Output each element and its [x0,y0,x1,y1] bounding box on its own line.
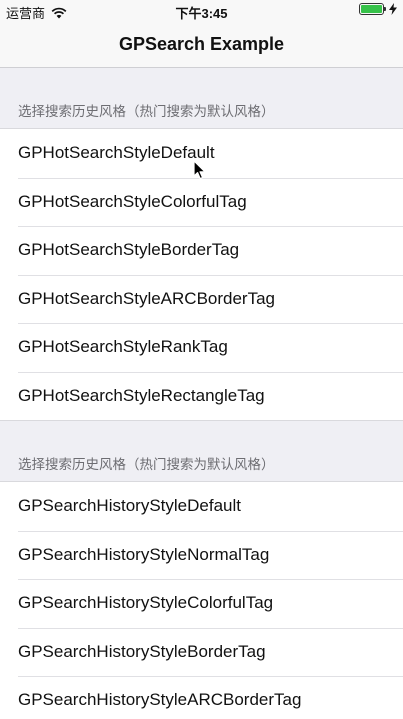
status-right [359,3,397,15]
row-hot-search-style-colorful-tag[interactable]: GPHotSearchStyleColorfulTag [0,177,403,226]
row-search-history-style-normal-tag[interactable]: GPSearchHistoryStyleNormalTag [0,530,403,579]
row-hot-search-style-arc-border-tag[interactable]: GPHotSearchStyleARCBorderTag [0,274,403,323]
battery-icon [359,3,386,15]
charging-bolt-icon [389,3,397,15]
row-search-history-style-colorful-tag[interactable]: GPSearchHistoryStyleColorfulTag [0,579,403,628]
section-hot-search-style: 选择搜索历史风格（热门搜索为默认风格） GPHotSearchStyleDefa… [0,68,403,421]
style-table[interactable]: 选择搜索历史风格（热门搜索为默认风格） GPHotSearchStyleDefa… [0,68,403,719]
battery-fill [361,5,382,13]
section-rows: GPHotSearchStyleDefault GPHotSearchStyle… [0,128,403,421]
section-search-history-style: 选择搜索历史风格（热门搜索为默认风格） GPSearchHistoryStyle… [0,421,403,719]
row-hot-search-style-rank-tag[interactable]: GPHotSearchStyleRankTag [0,323,403,372]
page-title: GPSearch Example [118,34,285,54]
row-search-history-style-border-tag[interactable]: GPSearchHistoryStyleBorderTag [0,627,403,676]
status-bar: 运营商 下午3:45 [0,0,403,22]
section-header: 选择搜索历史风格（热门搜索为默认风格） [18,104,275,119]
row-search-history-style-arc-border-tag[interactable]: GPSearchHistoryStyleARCBorderTag [0,676,403,719]
section-rows: GPSearchHistoryStyleDefault GPSearchHist… [0,481,403,719]
section-header: 选择搜索历史风格（热门搜索为默认风格） [18,457,275,472]
row-hot-search-style-default[interactable]: GPHotSearchStyleDefault [0,129,403,178]
row-hot-search-style-rectangle-tag[interactable]: GPHotSearchStyleRectangleTag [0,371,403,420]
row-hot-search-style-border-tag[interactable]: GPHotSearchStyleBorderTag [0,226,403,275]
row-search-history-style-default[interactable]: GPSearchHistoryStyleDefault [0,482,403,531]
navigation-bar: GPSearch Example [0,22,403,68]
status-time: 下午3:45 [175,6,228,21]
